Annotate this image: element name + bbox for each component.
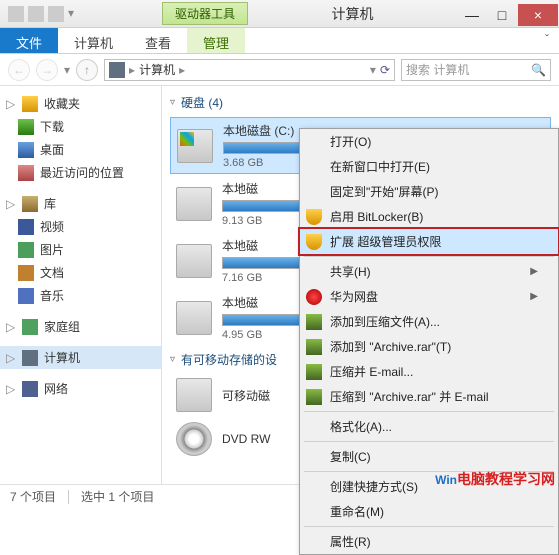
address-dropdown-icon[interactable]: ▾ [370,63,376,77]
dvd-icon [176,422,212,456]
removable-icon [176,378,212,412]
watermark: Win电脑教程学习网 [435,468,555,489]
star-icon [22,96,38,112]
separator [304,441,554,442]
drive-icon [177,129,213,163]
shield-icon [306,209,322,225]
tab-file[interactable]: 文件 [0,28,58,53]
tab-manage[interactable]: 管理 [187,28,245,53]
video-icon [18,219,34,235]
cm-rename[interactable]: 重命名(M) [300,499,558,524]
sidebar-videos[interactable]: 视频 [0,215,161,238]
tab-view[interactable]: 查看 [129,28,187,53]
minimize-button[interactable]: — [458,4,486,26]
separator [304,256,554,257]
tab-computer[interactable]: 计算机 [58,28,129,53]
qat-icon-2[interactable] [48,6,64,22]
ribbon-tabs: 文件 计算机 查看 管理 ˇ [0,28,559,54]
cm-properties[interactable]: 属性(R) [300,529,558,554]
navigation-pane: ▷收藏夹 下载 桌面 最近访问的位置 ▷库 视频 图片 文档 音乐 ▷家庭组 ▷… [0,86,162,484]
cm-bitlocker[interactable]: 启用 BitLocker(B) [300,204,558,229]
sidebar-computer[interactable]: ▷计算机 [0,346,161,369]
qat-dropdown-icon[interactable]: ▾ [68,6,74,22]
history-dropdown-icon[interactable]: ▾ [64,63,70,77]
back-button[interactable]: ← [8,59,30,81]
forward-button[interactable]: → [36,59,58,81]
ribbon-expand-icon[interactable]: ˇ [535,28,559,53]
download-icon [18,119,34,135]
sidebar-libraries[interactable]: ▷库 [0,192,161,215]
sidebar-favorites[interactable]: ▷收藏夹 [0,92,161,115]
sidebar-desktop[interactable]: 桌面 [0,138,161,161]
drive-icon [176,301,212,335]
separator [304,526,554,527]
library-icon [22,196,38,212]
search-placeholder: 搜索 计算机 [406,61,469,78]
shield-icon [306,234,322,250]
recent-icon [18,165,34,181]
cm-add-archive-rar[interactable]: 添加到 "Archive.rar"(T) [300,334,558,359]
address-bar[interactable]: ▸ 计算机 ▸ ▾ ⟳ [104,59,395,81]
sidebar-music[interactable]: 音乐 [0,284,161,307]
cm-add-archive[interactable]: 添加到压缩文件(A)... [300,309,558,334]
breadcrumb-computer[interactable]: 计算机 [139,61,175,78]
status-selected-count: 选中 1 个项目 [81,488,154,505]
archive-icon [306,339,322,355]
sidebar-documents[interactable]: 文档 [0,261,161,284]
breadcrumb-sep-2[interactable]: ▸ [179,63,185,77]
contextual-tab-driver-tools[interactable]: 驱动器工具 [162,2,248,25]
title-bar: ▾ 驱动器工具 计算机 — □ × [0,0,559,28]
archive-icon [306,364,322,380]
network-icon [22,381,38,397]
archive-icon [306,314,322,330]
computer-icon [22,350,38,366]
sidebar-pictures[interactable]: 图片 [0,238,161,261]
cm-open[interactable]: 打开(O) [300,129,558,154]
document-icon [18,265,34,281]
search-icon: 🔍 [531,63,546,77]
cm-pin-start[interactable]: 固定到"开始"屏幕(P) [300,179,558,204]
separator [68,490,69,504]
huawei-icon [306,289,322,305]
navigation-bar: ← → ▾ ↑ ▸ 计算机 ▸ ▾ ⟳ 搜索 计算机 🔍 [0,54,559,86]
window-title: 计算机 [248,4,457,24]
cm-open-new-window[interactable]: 在新窗口中打开(E) [300,154,558,179]
music-icon [18,288,34,304]
section-hard-drives[interactable]: ▿硬盘 (4) [170,90,551,115]
cm-compress-rar-email[interactable]: 压缩到 "Archive.rar" 并 E-mail [300,384,558,409]
cm-copy[interactable]: 复制(C) [300,444,558,469]
submenu-arrow-icon: ▶ [530,266,538,277]
picture-icon [18,242,34,258]
close-button[interactable]: × [518,4,558,26]
desktop-icon [18,142,34,158]
sidebar-downloads[interactable]: 下载 [0,115,161,138]
submenu-arrow-icon: ▶ [530,291,538,302]
drive-icon [176,187,212,221]
collapse-icon: ▿ [170,354,175,365]
up-button[interactable]: ↑ [76,59,98,81]
archive-icon [306,389,322,405]
cm-huawei[interactable]: 华为网盘▶ [300,284,558,309]
separator [304,411,554,412]
cm-format[interactable]: 格式化(A)... [300,414,558,439]
cm-admin-rights[interactable]: 扩展 超级管理员权限 [298,227,559,256]
app-icon [8,6,24,22]
drive-icon [176,244,212,278]
refresh-icon[interactable]: ⟳ [380,63,390,77]
sidebar-homegroup[interactable]: ▷家庭组 [0,315,161,338]
collapse-icon: ▿ [170,97,175,108]
cm-compress-email[interactable]: 压缩并 E-mail... [300,359,558,384]
qat-icon-1[interactable] [28,6,44,22]
sidebar-recent[interactable]: 最近访问的位置 [0,161,161,184]
search-input[interactable]: 搜索 计算机 🔍 [401,59,551,81]
context-menu: 打开(O) 在新窗口中打开(E) 固定到"开始"屏幕(P) 启用 BitLock… [299,128,559,555]
maximize-button[interactable]: □ [488,4,516,26]
breadcrumb-sep[interactable]: ▸ [129,63,135,77]
homegroup-icon [22,319,38,335]
cm-share[interactable]: 共享(H)▶ [300,259,558,284]
computer-icon [109,62,125,78]
status-item-count: 7 个项目 [10,488,56,505]
qat-icons: ▾ [0,6,82,22]
sidebar-network[interactable]: ▷网络 [0,377,161,400]
